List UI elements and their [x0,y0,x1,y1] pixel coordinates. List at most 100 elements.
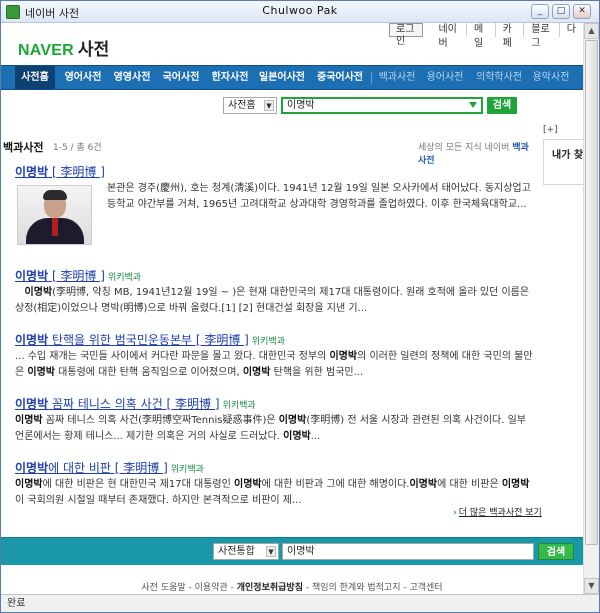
browser-window: 네이버 사전 Chulwoo Pak _ □ ✕ NAVER 사전 로그인 네이버… [0,0,600,613]
minimize-button[interactable]: _ [531,4,549,19]
scroll-down-icon[interactable]: ▼ [584,578,599,594]
description-text: ... [310,431,321,442]
description-keyword: 이명박 [24,287,53,298]
list-item: 이명박 탄핵을 위한 범국민운동본부 [ 李明博 ] 위키백과 ... 수입 재개… [15,331,535,381]
result-count: 1-5 / 총 6건 [53,143,102,153]
description-keyword: 이명박 [501,479,530,490]
category-english[interactable]: 영어사전 [61,66,105,89]
result-title: 이명박 [ 李明博 ] 위키백과 [15,267,535,283]
page-content: NAVER 사전 로그인 네이버 메일 카페 블로그 다 사전홈 영어사전 영영사… [1,23,583,594]
close-button[interactable]: ✕ [573,4,591,19]
category-medical[interactable]: 의학학사전 [471,66,527,89]
naver-logo[interactable]: NAVER 사전 [18,35,110,60]
result-title: 이명박 꼼짜 테니스 의혹 사건 [ 李明博 ] 위키백과 [15,395,535,411]
search-scope-value: 사전홈 [228,100,256,111]
title-rest: [ 李明博 ] [48,165,105,179]
title-keyword: 이명박 [15,461,49,475]
description-keyword: 이명박 [278,415,307,426]
title-keyword: 이명박 [15,397,49,411]
autocomplete-arrow-icon[interactable] [469,102,477,108]
category-hanja[interactable]: 한자사전 [208,66,252,89]
chevron-down-icon[interactable]: ▼ [264,100,274,111]
description-text: 탄핵을 위한 범국민... [270,367,364,378]
top-link-more[interactable]: 다 [558,23,583,37]
title-keyword: 이명박 [15,333,49,347]
description-keyword: 이명박 [15,415,43,426]
category-japanese[interactable]: 일본어사전 [255,66,309,89]
wiki-source-badge[interactable]: 위키백과 [108,273,141,283]
category-encyclopedia[interactable]: 백과사전 [375,66,419,89]
chevron-right-icon: › [453,508,457,518]
description-text: 대통령에 대한 탄핵 움직임으로 이어졌으며, [55,367,243,378]
chevron-down-icon[interactable]: ▼ [266,546,276,557]
result-description: 이명박(李明博, 약칭 MB, 1941년12월 19일 ~ )은 현재 대한민… [15,285,535,317]
title-keyword: 이명박 [15,165,49,179]
description-keyword: 이명박 [329,351,358,362]
title-bar: 네이버 사전 Chulwoo Pak _ □ ✕ [1,1,599,23]
description-keyword: 이명박 [27,367,55,378]
description-text: 에 대한 비판과 그에 대한 해명이다. [261,479,410,490]
category-dict-home[interactable]: 사전홈 [15,66,55,89]
description-text: 꼼짜 테니스 의혹 사건(李明博空짜Tennis疑惑事件)은 [42,415,279,426]
scroll-thumb[interactable] [585,40,598,545]
result-description: 본관은 경주(慶州), 호는 청계(淸溪)이다. 1941년 12월 19일 일… [15,181,535,253]
logo-service: 사전 [77,40,110,59]
top-link-mail[interactable]: 메일 [465,23,495,49]
description-keyword: 이명박 [234,479,262,490]
result-title-link[interactable]: 이명박 [ 李明博 ] [15,165,105,179]
more-encyclopedia-link[interactable]: › 더 많은 백과사전 보기 [453,505,542,518]
title-keyword: 이명박 [15,269,49,283]
result-title-link[interactable]: 이명박 탄핵을 위한 범국민운동본부 [ 李明博 ] [15,333,249,347]
result-description: ... 수입 재개는 국민들 사이에서 커다란 파문을 몰고 왔다. 대한민국 … [15,349,535,381]
list-item: 이명박 꼼짜 테니스 의혹 사건 [ 李明博 ] 위키백과 이명박 꼼짜 테니스 … [15,395,535,445]
category-terms[interactable]: 용어사전 [423,66,467,89]
category-music[interactable]: 용악사전 [529,66,573,89]
description-text: (李明博, 약칭 MB, 1941년12월 19일 ~ )은 현재 대한민국의 … [15,287,530,314]
right-panel: [+] 내가 찾 [543,125,583,185]
title-rest: [ 李明博 ] [48,269,105,283]
footer-links-right[interactable]: - 책임의 한계와 법적고지 - 고객센터 [303,583,443,593]
portrait-thumbnail[interactable] [17,185,92,245]
category-korean[interactable]: 국어사전 [159,66,203,89]
logo-brand: NAVER [18,42,74,59]
login-button[interactable]: 로그인 [389,23,424,47]
expand-toggle[interactable]: [+] [543,125,583,135]
more-link-label: 더 많은 백과사전 보기 [458,508,542,518]
description-text: 에 대한 비판은 [437,479,502,490]
result-title-link[interactable]: 이명박에 대한 비판 [ 李明博 ] [15,461,168,475]
result-title-link[interactable]: 이명박 [ 李明博 ] [15,269,105,283]
description-keyword: 이명박 [242,367,271,378]
description-keyword: 이명박 [283,431,311,442]
wiki-source-badge[interactable]: 위키백과 [171,465,204,475]
search-button[interactable]: 검색 [487,97,517,114]
category-english-english[interactable]: 영영사전 [110,66,154,89]
bottom-scope-select[interactable]: 사전통합 ▼ [213,543,279,560]
footer-links-left[interactable]: 사전 도움말 - 이용약관 - [141,583,236,593]
description-keyword: 이명박 [15,479,43,490]
search-query: 이명박 [287,100,315,111]
title-rest: 에 대한 비판 [ 李明博 ] [48,461,168,475]
bottom-search-button[interactable]: 검색 [538,543,574,560]
description-text: 본관은 경주(慶州), 호는 청계(淸溪)이다. 1941년 12월 19일 일… [107,183,531,210]
vertical-scrollbar[interactable]: ▲ ▼ [583,23,599,594]
search-scope-select[interactable]: 사전홈 ▼ [223,97,277,114]
top-nav: 로그인 네이버 메일 카페 블로그 다 [389,23,583,49]
category-chinese[interactable]: 중국어사전 [313,66,367,89]
wiki-source-badge[interactable]: 위키백과 [223,401,256,411]
result-title: 이명박에 대한 비판 [ 李明博 ] 위키백과 [15,459,535,475]
search-input[interactable]: 이명박 [281,97,483,114]
result-title-link[interactable]: 이명박 꼼짜 테니스 의혹 사건 [ 李明博 ] [15,397,220,411]
description-keyword: 이명박 [409,479,438,490]
description-text: ... 수입 재개는 국민들 사이에서 커다란 파문을 몰고 왔다. 대한민국 … [15,351,330,362]
list-item: 이명박 [ 李明博 ] 본관은 경주(慶州), 호는 청계(淸溪)이다. 194… [15,163,535,253]
top-link-naver[interactable]: 네이버 [431,23,465,49]
bottom-search-input[interactable]: 이명박 [282,543,534,560]
description-text: 이 국회의원 시절일 때부터 존재했다. 하지만 본격적으로 비판이 제... [15,495,302,506]
maximize-button[interactable]: □ [552,4,570,19]
scroll-up-icon[interactable]: ▲ [584,23,599,39]
wiki-source-badge[interactable]: 위키백과 [252,337,285,347]
bottom-search-query: 이명박 [287,546,315,557]
top-link-blog[interactable]: 블로그 [523,23,558,49]
top-link-cafe[interactable]: 카페 [494,23,524,49]
footer-privacy-link[interactable]: 개인정보취급방침 [237,583,303,593]
